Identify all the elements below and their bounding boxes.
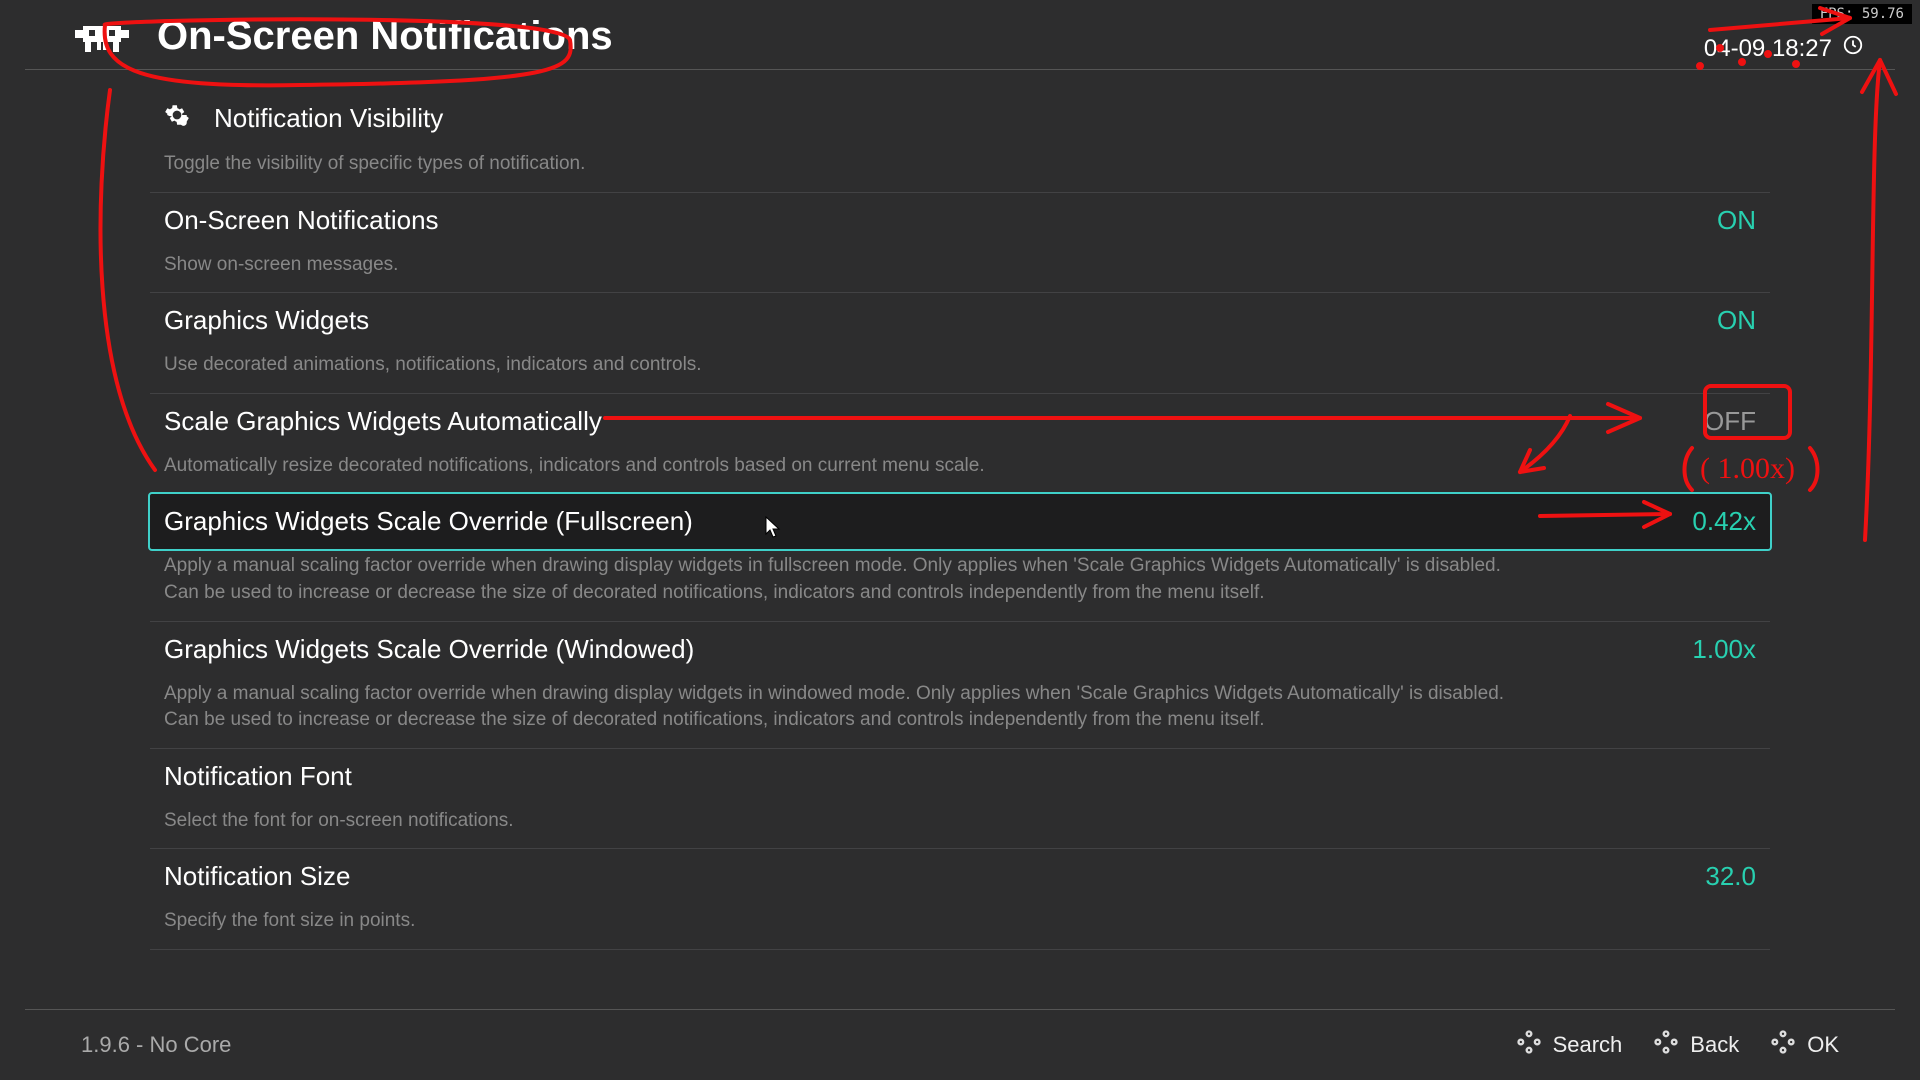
setting-description: Use decorated animations, notifications,… — [150, 348, 1550, 393]
setting-label-text: Scale Graphics Widgets Automatically — [164, 406, 602, 437]
hint-search[interactable]: Search — [1515, 1028, 1623, 1062]
setting-value[interactable]: OFF — [1704, 406, 1756, 437]
page-title: On-Screen Notifications — [157, 14, 613, 59]
setting-row[interactable]: Notification Size 32.0 Specify the font si… — [150, 849, 1770, 950]
setting-description: Show on-screen messages. — [150, 248, 1550, 293]
setting-row-header[interactable]: Notification Font — [150, 749, 1770, 804]
setting-label: Notification Font — [164, 761, 352, 792]
setting-row[interactable]: Graphics Widgets ON Use decorated animatio… — [150, 293, 1770, 394]
setting-description: Toggle the visibility of specific types … — [150, 147, 1550, 192]
setting-value[interactable]: 32.0 — [1705, 861, 1756, 892]
setting-row[interactable]: Scale Graphics Widgets Automatically OFF A… — [150, 394, 1770, 495]
footer-bar: 1.9.6 - No Core Search Back OK — [25, 1009, 1895, 1062]
button-hints: Search Back OK — [1515, 1028, 1839, 1062]
settings-list: Notification Visibility Toggle the visibi… — [150, 90, 1770, 950]
setting-row[interactable]: Graphics Widgets Scale Override (Windowe… — [150, 622, 1770, 749]
setting-label-text: Notification Size — [164, 861, 350, 892]
setting-row-header[interactable]: Graphics Widgets ON — [150, 293, 1770, 348]
hint-ok[interactable]: OK — [1769, 1028, 1839, 1062]
retroarch-logo-icon — [75, 20, 129, 54]
clock-readout: 04-09 18:27 — [1704, 34, 1864, 63]
hint-label: OK — [1807, 1032, 1839, 1058]
setting-row[interactable]: Graphics Widgets Scale Override (Fullscr… — [150, 494, 1770, 621]
hint-label: Back — [1690, 1032, 1739, 1058]
setting-value[interactable]: ON — [1717, 205, 1756, 236]
setting-row-header[interactable]: Graphics Widgets Scale Override (Fullscr… — [150, 494, 1770, 549]
setting-label: On-Screen Notifications — [164, 205, 439, 236]
datetime-text: 04-09 18:27 — [1704, 35, 1832, 63]
hint-back[interactable]: Back — [1652, 1028, 1739, 1062]
setting-label-text: On-Screen Notifications — [164, 205, 439, 236]
gear-icon — [164, 102, 190, 135]
setting-label: Scale Graphics Widgets Automatically — [164, 406, 602, 437]
setting-label: Notification Size — [164, 861, 350, 892]
page-header: On-Screen Notifications — [25, 0, 1895, 70]
setting-label: Graphics Widgets — [164, 305, 369, 336]
setting-label: Notification Visibility — [164, 102, 443, 135]
setting-label-text: Notification Visibility — [214, 103, 443, 134]
clock-icon — [1842, 34, 1864, 63]
setting-description: Select the font for on-screen notificati… — [150, 804, 1550, 849]
gamepad-button-icon — [1515, 1028, 1543, 1062]
setting-label-text: Notification Font — [164, 761, 352, 792]
setting-label-text: Graphics Widgets Scale Override (Fullscr… — [164, 506, 693, 537]
setting-row[interactable]: Notification Visibility Toggle the visibi… — [150, 90, 1770, 193]
setting-row-header[interactable]: On-Screen Notifications ON — [150, 193, 1770, 248]
setting-value[interactable]: ON — [1717, 305, 1756, 336]
fps-counter: FPS: 59.76 — [1812, 4, 1912, 24]
gamepad-button-icon — [1769, 1028, 1797, 1062]
gamepad-button-icon — [1652, 1028, 1680, 1062]
setting-description: Automatically resize decorated notificat… — [150, 449, 1550, 494]
hint-label: Search — [1553, 1032, 1623, 1058]
setting-row-header[interactable]: Graphics Widgets Scale Override (Windowe… — [150, 622, 1770, 677]
setting-row[interactable]: On-Screen Notifications ON Show on-screen … — [150, 193, 1770, 294]
setting-row[interactable]: Notification Font Select the font for on-… — [150, 749, 1770, 850]
setting-description: Specify the font size in points. — [150, 904, 1550, 949]
setting-label-text: Graphics Widgets — [164, 305, 369, 336]
version-text: 1.9.6 - No Core — [81, 1032, 231, 1058]
setting-label: Graphics Widgets Scale Override (Fullscr… — [164, 506, 693, 537]
setting-label-text: Graphics Widgets Scale Override (Windowe… — [164, 634, 694, 665]
setting-description: Apply a manual scaling factor override w… — [150, 677, 1550, 748]
setting-row-header[interactable]: Scale Graphics Widgets Automatically OFF — [150, 394, 1770, 449]
setting-value[interactable]: 1.00x — [1692, 634, 1756, 665]
setting-description: Apply a manual scaling factor override w… — [150, 549, 1550, 620]
setting-row-header[interactable]: Notification Size 32.0 — [150, 849, 1770, 904]
setting-row-header[interactable]: Notification Visibility — [150, 90, 1770, 147]
setting-label: Graphics Widgets Scale Override (Windowe… — [164, 634, 694, 665]
setting-value[interactable]: 0.42x — [1692, 506, 1756, 537]
